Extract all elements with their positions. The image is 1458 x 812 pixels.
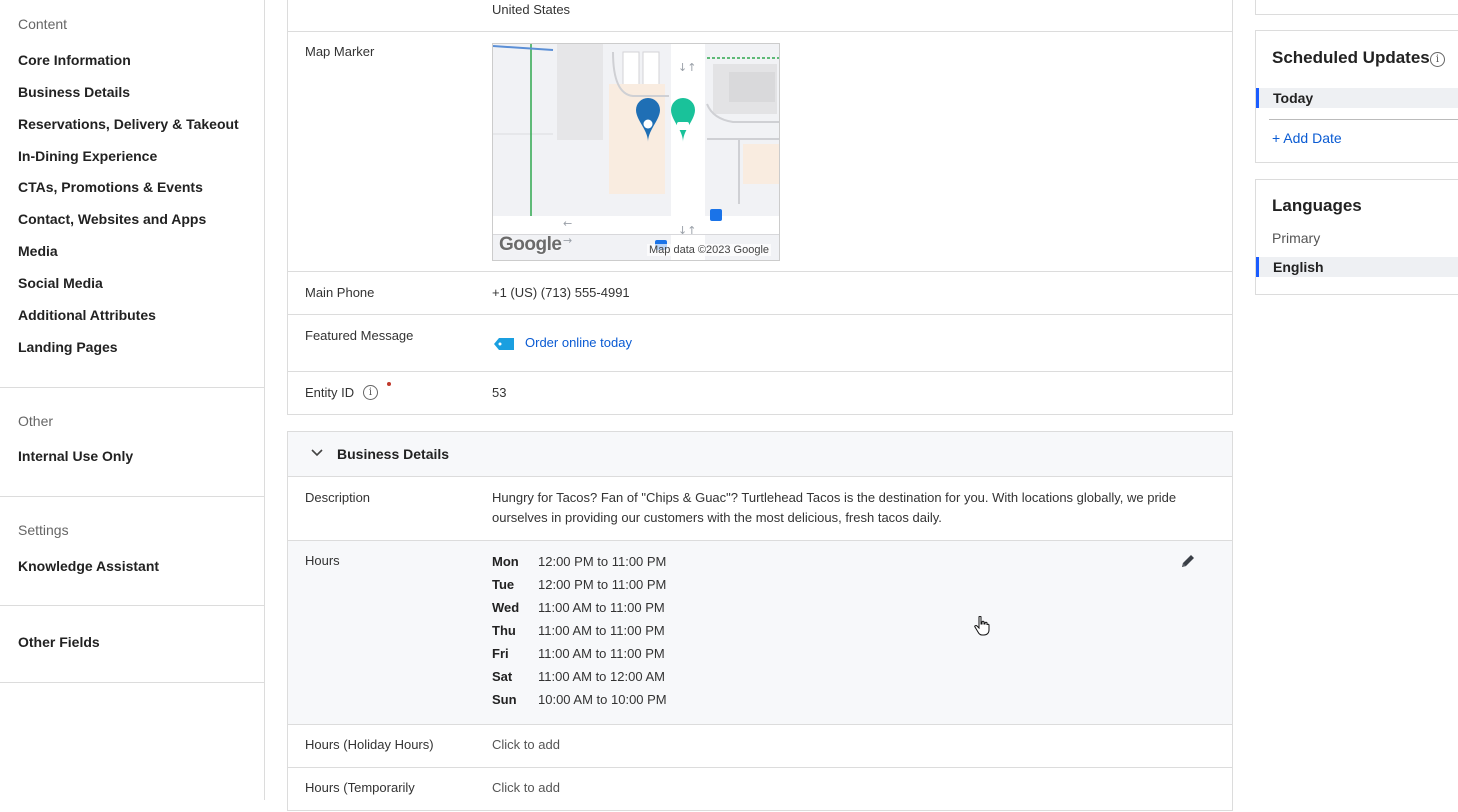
svg-text:←: ← xyxy=(563,217,572,230)
scheduled-updates-card: Scheduled Updates i Today + Add Date xyxy=(1255,30,1458,163)
temporary-hours-label: Hours (Temporarily xyxy=(305,780,415,795)
sidebar-heading-settings: Settings xyxy=(18,522,69,538)
map-graphic: ↓↑ ↓↑ ← → xyxy=(493,44,779,260)
language-english-label: English xyxy=(1273,259,1324,275)
hours-day: Tue xyxy=(492,577,515,592)
sidebar-item-additional-attributes[interactable]: Additional Attributes xyxy=(18,307,156,323)
hours-time: 10:00 AM to 10:00 PM xyxy=(538,692,667,707)
right-card-previous xyxy=(1255,0,1458,15)
hours-time: 11:00 AM to 11:00 PM xyxy=(538,623,665,638)
sidebar-item-business-details[interactable]: Business Details xyxy=(18,84,130,100)
business-details-title: Business Details xyxy=(337,446,450,462)
scheduled-updates-title: Scheduled Updates xyxy=(1272,48,1430,67)
featured-message-value[interactable]: Order online today xyxy=(525,335,632,350)
hours-day: Sun xyxy=(492,692,517,707)
hours-day: Sat xyxy=(492,669,513,684)
hours-time: 12:00 PM to 11:00 PM xyxy=(538,577,667,592)
sidebar-divider xyxy=(0,682,265,683)
languages-card: Languages Primary English xyxy=(1255,179,1458,295)
hours-row[interactable]: Hours Mon 12:00 PM to 11:00 PM Tue 12:00… xyxy=(288,540,1232,724)
chevron-down-icon[interactable] xyxy=(310,446,324,465)
map-marker-row: Map Marker ↓↑ ↓↑ ← → Google Map data ©20… xyxy=(288,31,1232,271)
hours-day: Wed xyxy=(492,600,520,615)
sidebar-item-internal-use-only[interactable]: Internal Use Only xyxy=(18,448,133,464)
holiday-hours-add[interactable]: Click to add xyxy=(492,737,560,752)
description-line-2: ourselves in providing our customers wit… xyxy=(492,510,942,525)
sidebar-item-ctas[interactable]: CTAs, Promotions & Events xyxy=(18,179,203,195)
tag-icon xyxy=(494,337,514,355)
hours-day: Thu xyxy=(492,623,516,638)
google-logo: Google xyxy=(499,234,562,255)
sidebar-item-other-fields[interactable]: Other Fields xyxy=(18,634,100,650)
sidebar-heading-other: Other xyxy=(18,413,54,429)
sidebar-divider xyxy=(0,496,265,497)
address-row-tail: United States xyxy=(288,0,1232,32)
hours-time: 11:00 AM to 11:00 PM xyxy=(538,600,665,615)
hours-time: 11:00 AM to 11:00 PM xyxy=(538,646,665,661)
svg-text:↓↑: ↓↑ xyxy=(678,61,696,74)
sidebar-item-contact[interactable]: Contact, Websites and Apps xyxy=(18,211,206,227)
temporary-hours-add[interactable]: Click to add xyxy=(492,780,560,795)
info-icon[interactable]: i xyxy=(363,385,378,400)
sidebar-item-in-dining[interactable]: In-Dining Experience xyxy=(18,148,157,164)
sidebar-item-media[interactable]: Media xyxy=(18,243,58,259)
sidebar-item-social-media[interactable]: Social Media xyxy=(18,275,103,291)
map-attribution: Map data ©2023 Google xyxy=(647,244,772,256)
featured-message-row[interactable]: Featured Message Order online today xyxy=(288,314,1232,371)
main-phone-label: Main Phone xyxy=(305,285,375,300)
sidebar: Content Core Information Business Detail… xyxy=(0,0,265,800)
holiday-hours-label: Hours (Holiday Hours) xyxy=(305,737,434,752)
info-icon[interactable]: i xyxy=(1430,52,1445,67)
required-indicator xyxy=(387,382,391,386)
languages-title: Languages xyxy=(1272,196,1362,215)
hours-day: Mon xyxy=(492,554,519,569)
scheduled-today-item[interactable]: Today xyxy=(1256,88,1458,108)
add-date-link[interactable]: + Add Date xyxy=(1272,130,1342,146)
temporary-hours-row[interactable]: Hours (Temporarily Click to add xyxy=(288,767,1232,812)
sidebar-divider xyxy=(0,387,265,388)
sidebar-item-reservations[interactable]: Reservations, Delivery & Takeout xyxy=(18,116,239,132)
sidebar-divider xyxy=(0,605,265,606)
hours-day: Fri xyxy=(492,646,509,661)
map-preview[interactable]: ↓↑ ↓↑ ← → Google Map data ©2023 Google xyxy=(492,43,780,261)
entity-id-value: 53 xyxy=(492,385,507,400)
holiday-hours-row[interactable]: Hours (Holiday Hours) Click to add xyxy=(288,724,1232,767)
sidebar-heading-content: Content xyxy=(18,16,68,32)
divider xyxy=(1269,119,1458,120)
business-details-header[interactable]: Business Details xyxy=(288,432,1232,476)
language-english-item[interactable]: English xyxy=(1256,257,1458,277)
description-row[interactable]: Description Hungry for Tacos? Fan of "Ch… xyxy=(288,476,1232,540)
entity-id-label: Entity ID xyxy=(305,385,355,400)
primary-language-label: Primary xyxy=(1272,230,1321,246)
entity-id-row: Entity ID i 53 xyxy=(288,371,1232,415)
sidebar-item-landing-pages[interactable]: Landing Pages xyxy=(18,339,118,355)
map-marker-label: Map Marker xyxy=(305,44,375,59)
description-line-1: Hungry for Tacos? Fan of "Chips & Guac"?… xyxy=(492,490,1177,505)
pencil-edit-icon[interactable] xyxy=(1180,553,1196,574)
scheduled-today-label: Today xyxy=(1273,90,1314,106)
main-phone-row[interactable]: Main Phone +1 (US) (713) 555-4991 xyxy=(288,271,1232,314)
description-label: Description xyxy=(305,490,371,505)
hand-cursor-icon xyxy=(974,615,990,641)
sidebar-item-knowledge-assistant[interactable]: Knowledge Assistant xyxy=(18,558,159,574)
business-details-card: Business Details Description Hungry for … xyxy=(287,431,1233,811)
hours-time: 11:00 AM to 12:00 AM xyxy=(538,669,665,684)
main-phone-value: +1 (US) (713) 555-4991 xyxy=(492,285,630,300)
featured-message-label: Featured Message xyxy=(305,328,414,343)
hours-time: 12:00 PM to 11:00 PM xyxy=(538,554,667,569)
country-value: United States xyxy=(492,2,571,17)
core-information-card: United States Map Marker ↓↑ ↓↑ ← → Googl… xyxy=(287,0,1233,415)
sidebar-item-core-information[interactable]: Core Information xyxy=(18,52,131,68)
svg-text:↓↑: ↓↑ xyxy=(678,224,696,237)
svg-text:→: → xyxy=(563,234,572,247)
hours-label: Hours xyxy=(305,553,340,568)
